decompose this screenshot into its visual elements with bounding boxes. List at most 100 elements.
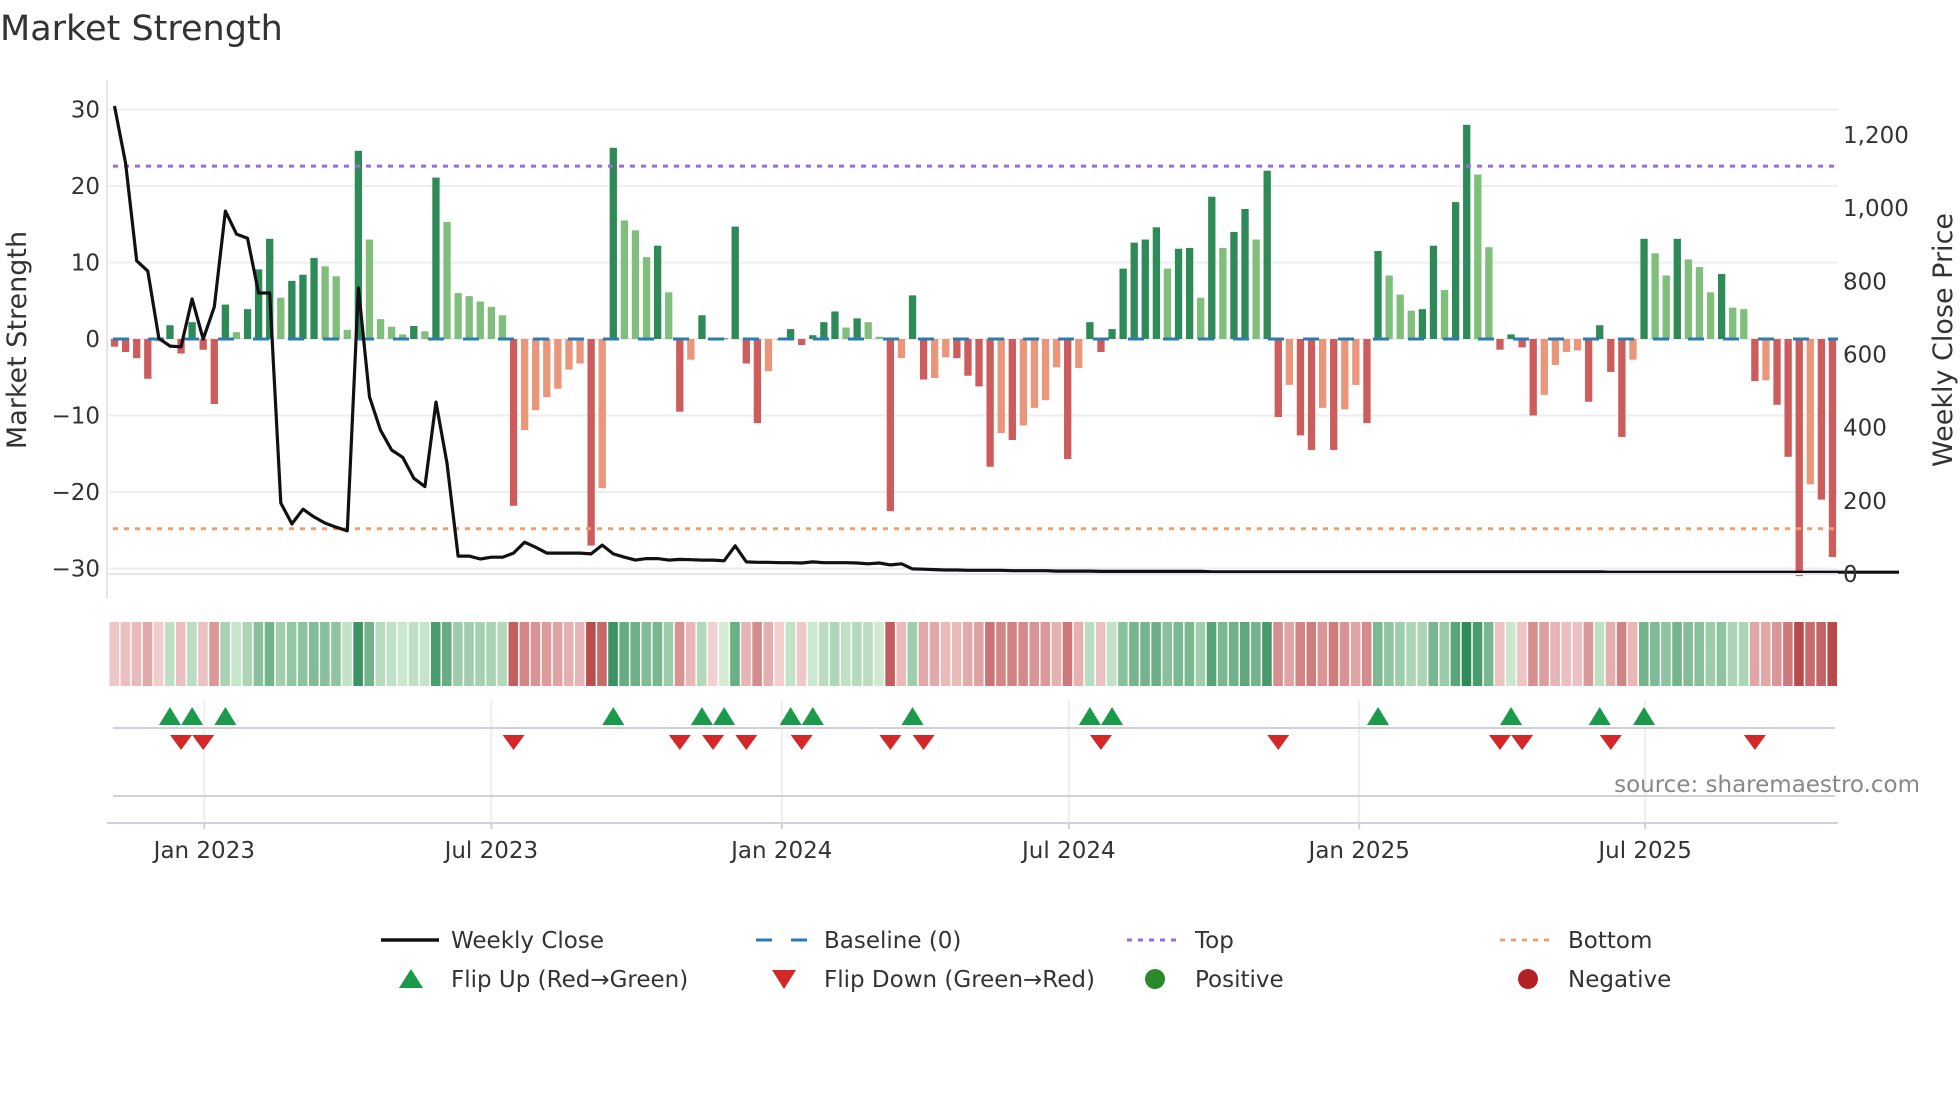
heatmap-cell — [674, 622, 685, 686]
axes: 30 20 10 0 −10 −20 −30 0 200 400 600 800 1,000 1,200 J… — [51, 80, 1909, 864]
positive-bar — [1740, 309, 1748, 339]
x-tick-label: Jan 2023 — [152, 838, 255, 864]
positive-bar — [1141, 239, 1149, 339]
heatmap-cell — [1417, 622, 1427, 686]
heatmap-cell — [818, 622, 829, 686]
negative-bar — [1352, 339, 1360, 385]
negative-bar — [1551, 339, 1560, 366]
flip-up-marker — [1633, 707, 1656, 725]
heatmap-cell — [1716, 622, 1727, 686]
flip-down-marker — [668, 735, 691, 750]
heatmap-cell — [586, 622, 596, 686]
positive-bar — [642, 257, 651, 339]
heatmap-cell — [1705, 622, 1716, 686]
legend-item: Baseline (0) — [756, 928, 961, 954]
y2-axis-label: Weekly Close Price — [1928, 213, 1959, 467]
y2-tick-label: 600 — [1843, 343, 1887, 369]
negative-bar — [1784, 339, 1792, 457]
heatmap-cell — [408, 622, 419, 686]
heatmap-cell — [1339, 622, 1350, 686]
heatmap-cell — [575, 622, 585, 686]
flip-up-marker — [1367, 707, 1390, 725]
positive-bar — [631, 230, 640, 339]
heatmap-cell — [608, 622, 618, 686]
heatmap-cell — [1317, 622, 1328, 686]
positive-bar — [1640, 238, 1648, 339]
heatmap-cell — [1217, 622, 1228, 686]
heatmap-cell — [1639, 622, 1649, 686]
flip-down-marker — [1267, 735, 1290, 750]
positive-bar — [421, 331, 429, 339]
y-tick-label: 10 — [71, 251, 100, 277]
negative-bar — [1008, 339, 1016, 440]
y2-tick-label: 400 — [1843, 416, 1887, 442]
heatmap-cell — [364, 622, 374, 686]
negative-bar — [587, 339, 595, 546]
negative-bar — [1296, 339, 1305, 436]
positive-bar — [1230, 231, 1238, 339]
negative-bar — [1307, 339, 1316, 450]
positive-bar — [653, 245, 662, 339]
heatmap-cell — [1749, 622, 1760, 686]
negative-bar — [953, 339, 961, 359]
negative-bar — [598, 339, 606, 489]
positive-bar — [343, 329, 351, 339]
positive-bar — [1163, 268, 1172, 339]
heatmap-cell — [320, 622, 330, 686]
negative-bar — [1064, 339, 1072, 460]
heatmap-cell — [1428, 622, 1438, 686]
heatmap-cell — [940, 622, 951, 686]
positive-bar — [1440, 290, 1449, 339]
flip-down-marker — [879, 735, 902, 750]
positive-bar — [476, 301, 484, 339]
heatmap-cell — [131, 622, 142, 686]
heatmap-cell — [907, 622, 918, 686]
legend-item: Weekly Close — [381, 928, 604, 954]
y-tick-label: −30 — [51, 557, 100, 583]
negative-bar — [798, 339, 806, 346]
grid-lines — [109, 108, 1838, 823]
heatmap-cell — [730, 622, 740, 686]
negative-bar — [1019, 339, 1028, 426]
heatmap-cell — [863, 622, 873, 686]
heatmap-cell — [841, 622, 851, 686]
legend-item: Top — [1127, 928, 1234, 954]
negative-bar — [1584, 339, 1593, 402]
flip-up-marker — [801, 707, 824, 725]
heatmap-cell — [164, 622, 175, 686]
heatmap-cell — [1683, 622, 1693, 686]
negative-bar — [1341, 339, 1349, 410]
heatmap-cell — [1506, 622, 1516, 686]
heatmap-cell — [1206, 622, 1217, 686]
heatmap-cell — [1228, 622, 1239, 686]
heatmap-cell — [1605, 622, 1616, 686]
heatmap-cell — [1140, 622, 1150, 686]
negative-bar — [986, 339, 994, 467]
heatmap-cell — [1494, 622, 1505, 686]
flip-up-marker — [779, 707, 802, 725]
flip-down-marker — [1743, 735, 1766, 750]
heatmap-cell — [1328, 622, 1339, 686]
heatmap-cell — [619, 622, 629, 686]
heatmap-cell — [153, 622, 164, 686]
heatmap-cell — [1073, 622, 1084, 686]
heatmap-cell — [1018, 622, 1028, 686]
positive-bar — [853, 318, 861, 339]
heatmap-cell — [430, 622, 441, 686]
heatmap-cell — [142, 622, 153, 686]
heatmap-cell — [1062, 622, 1073, 686]
heatmap-cell — [552, 622, 563, 686]
y-axis-label: Market Strength — [2, 231, 33, 449]
heatmap-cell — [198, 622, 208, 686]
negative-bar — [1041, 339, 1050, 401]
negative-bar — [144, 339, 152, 379]
negative-bar — [1618, 339, 1626, 437]
heatmap-cell — [785, 622, 796, 686]
flip-up-marker — [181, 707, 204, 725]
heatmap-cell — [974, 622, 984, 686]
heatmap-cell — [663, 622, 674, 686]
flip-down-marker — [1511, 735, 1534, 750]
positive-bar — [1108, 329, 1116, 339]
y-tick-label: 0 — [85, 327, 100, 353]
heatmap-cell — [1306, 622, 1317, 686]
